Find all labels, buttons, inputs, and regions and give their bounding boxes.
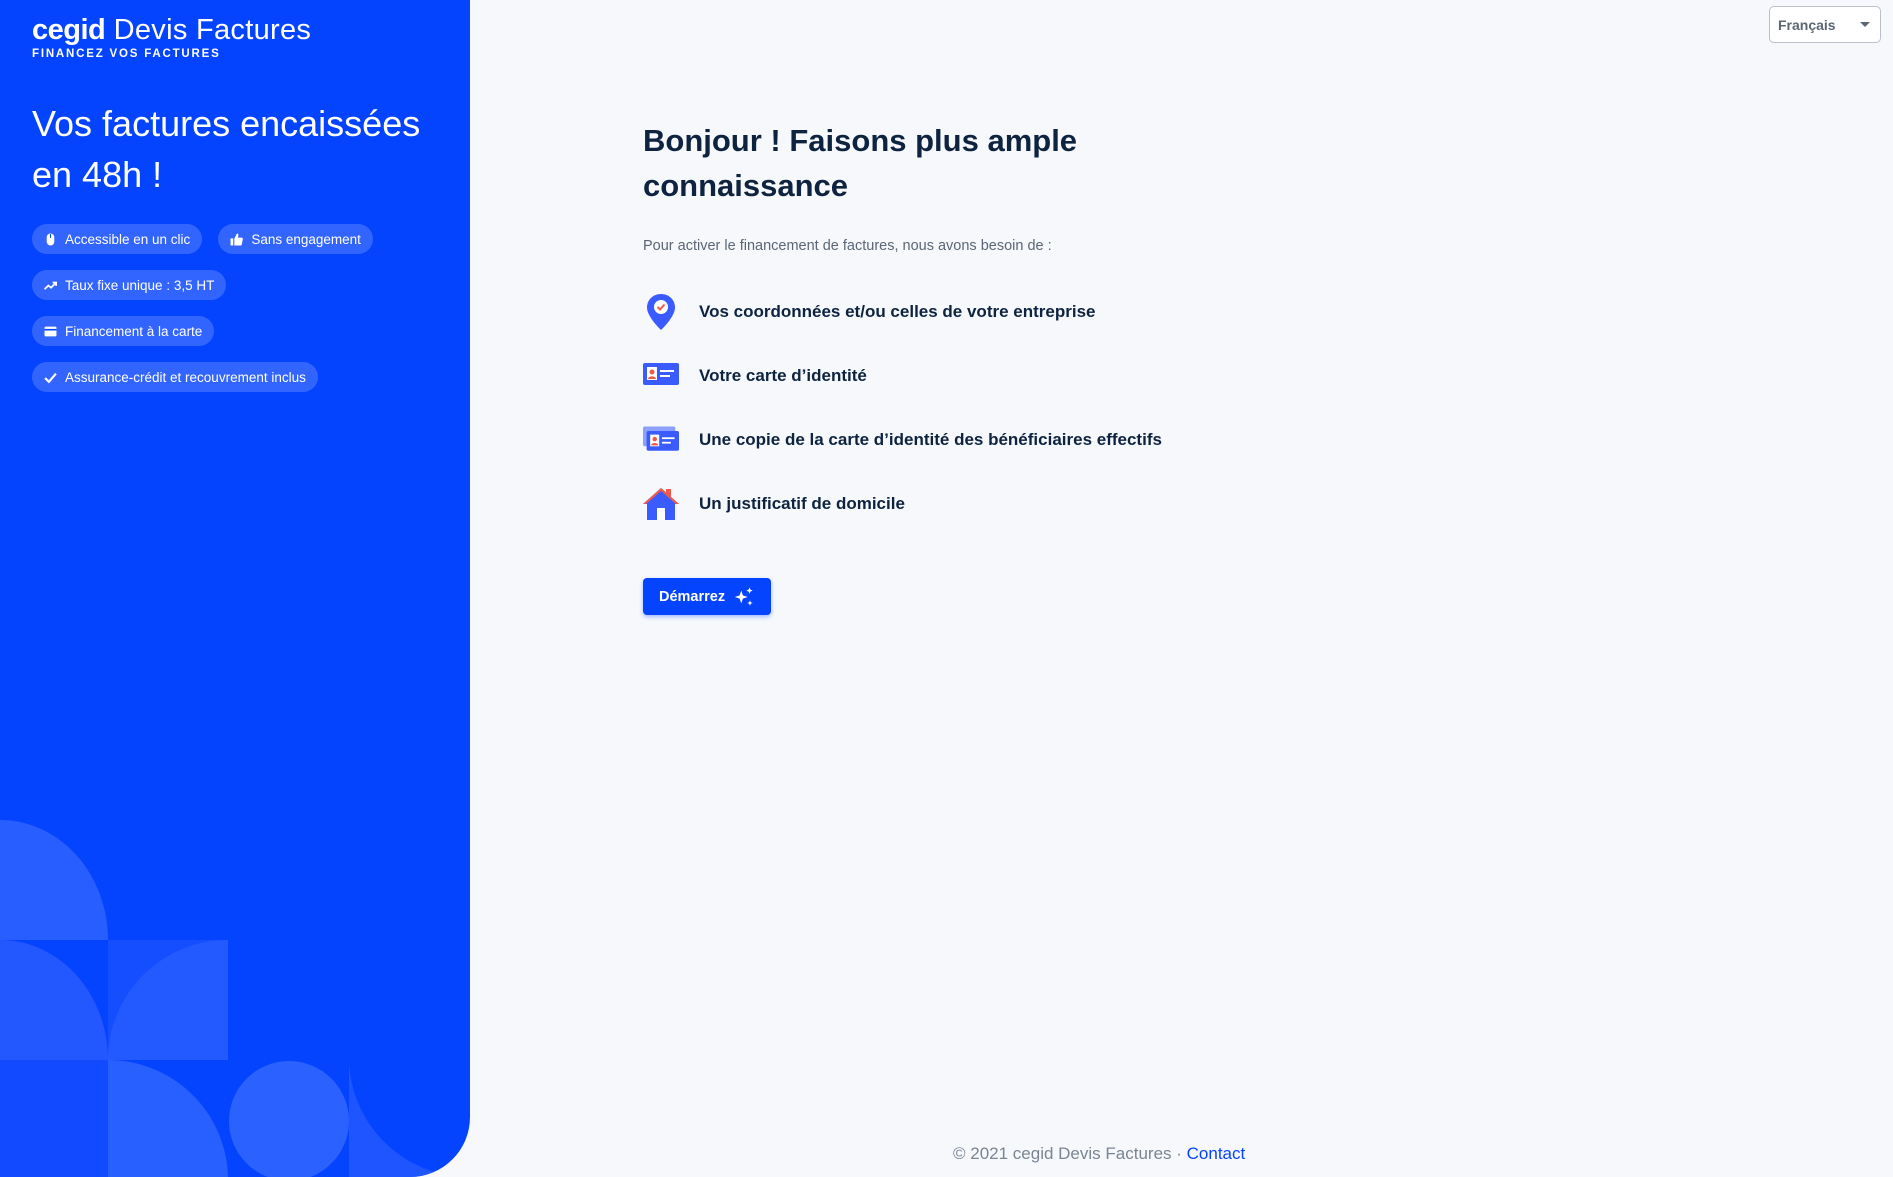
sidebar-headline: Vos factures encaissées en 48h ! — [32, 103, 421, 195]
sparkles-icon — [734, 586, 753, 606]
check-icon — [44, 372, 57, 383]
id-card-icon — [643, 358, 679, 394]
footer: © 2021 cegid Devis Factures · Contact — [953, 1144, 1245, 1164]
requirement-label: Votre carte d’identité — [699, 366, 867, 385]
pill-label: Accessible en un clic — [65, 231, 191, 247]
location-pin-icon — [643, 294, 679, 330]
list-item: Votre carte d’identité — [643, 344, 1363, 408]
pill-label: Assurance-crédit et recouvrement inclus — [65, 369, 306, 385]
brand-tagline: FINANCEZ VOS FACTURES — [32, 48, 221, 60]
pill-no-commitment: Sans engagement — [218, 224, 373, 254]
pill-fixed-rate: Taux fixe unique : 3,5 HT — [32, 270, 227, 300]
requirement-label: Vos coordonnées et/ou celles de votre en… — [699, 302, 1096, 321]
requirement-label: Un justificatif de domicile — [699, 494, 905, 513]
decorative-shapes — [0, 820, 470, 1177]
brand-logo: cegid Devis Factures FINANCEZ VOS FACTUR… — [32, 12, 311, 60]
id-cards-stack-icon — [643, 422, 679, 458]
start-button-label: Démarrez — [659, 588, 726, 605]
brand-name-bold: cegid — [32, 14, 106, 46]
sidebar: cegid Devis Factures FINANCEZ VOS FACTUR… — [0, 0, 470, 1177]
pill-financing: Financement à la carte — [32, 316, 215, 346]
trend-up-icon — [44, 281, 57, 290]
mouse-icon — [46, 233, 55, 245]
chevron-down-icon — [1860, 22, 1870, 27]
requirements-list: Vos coordonnées et/ou celles de votre en… — [643, 280, 1363, 536]
start-button[interactable]: Démarrez — [643, 578, 772, 615]
language-select[interactable]: Français — [1769, 6, 1881, 43]
list-item: Vos coordonnées et/ou celles de votre en… — [643, 280, 1363, 344]
pill-insurance: Assurance-crédit et recouvrement inclus — [32, 362, 318, 392]
house-icon — [643, 486, 679, 522]
intro-text: Pour activer le financement de factures,… — [643, 238, 1052, 254]
contact-link[interactable]: Contact — [1187, 1144, 1246, 1163]
footer-copyright: © 2021 cegid Devis Factures · — [953, 1144, 1182, 1163]
feature-pills: Accessible en un clic Sans engagement Ta… — [32, 224, 452, 408]
list-item: Un justificatif de domicile — [643, 472, 1363, 536]
requirement-label: Une copie de la carte d’identité des bén… — [699, 430, 1162, 449]
thumbs-up-icon — [230, 233, 244, 245]
main-content: Bonjour ! Faisons plus ample connaissanc… — [643, 118, 1363, 615]
brand-product-name: Devis Factures — [113, 14, 312, 46]
pill-accessible: Accessible en un clic — [32, 224, 203, 254]
list-item: Une copie de la carte d’identité des bén… — [643, 408, 1363, 472]
card-icon — [44, 326, 57, 336]
language-selected-label: Français — [1778, 16, 1836, 33]
pill-label: Sans engagement — [251, 231, 361, 247]
pill-label: Financement à la carte — [65, 323, 203, 339]
pill-label: Taux fixe unique : 3,5 HT — [65, 277, 215, 293]
page-title: Bonjour ! Faisons plus ample connaissanc… — [643, 123, 1078, 203]
